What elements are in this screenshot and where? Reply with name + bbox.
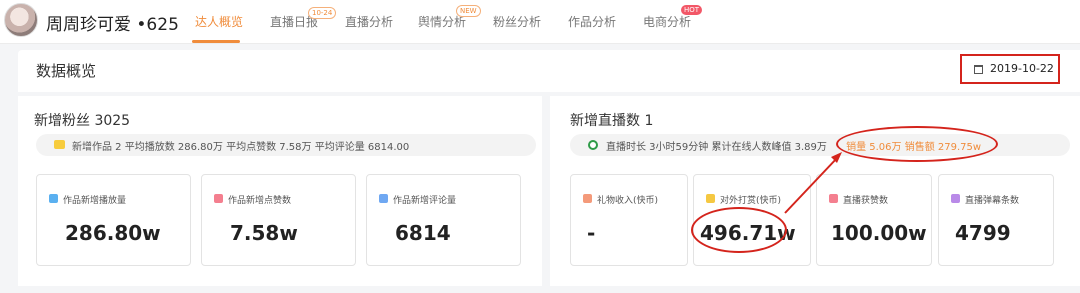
annotation-arrow (784, 152, 842, 214)
